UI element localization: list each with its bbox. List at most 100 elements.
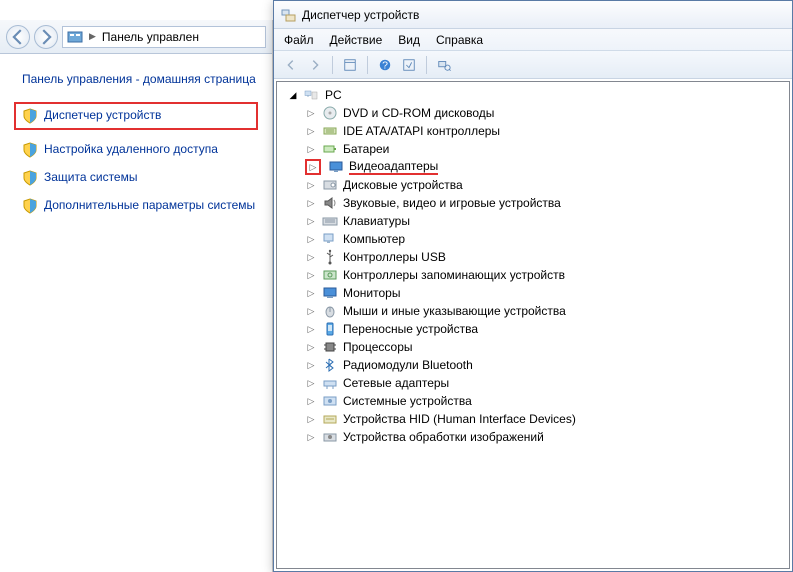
sidebar-item-advanced-system[interactable]: Дополнительные параметры системы xyxy=(22,198,264,214)
toolbar-back-button[interactable] xyxy=(280,54,302,76)
expand-icon[interactable]: ▷ xyxy=(307,161,319,173)
tree-node-label: Радиомодули Bluetooth xyxy=(343,358,473,372)
tree-node[interactable]: ▷Переносные устройства xyxy=(305,320,789,338)
tree-node-label: Процессоры xyxy=(343,340,413,354)
device-tree[interactable]: ◢ PC ▷DVD и CD-ROM дисководы▷IDE ATA/ATA… xyxy=(276,81,790,569)
tree-node[interactable]: ▷IDE ATA/ATAPI контроллеры xyxy=(305,122,789,140)
monitor-icon xyxy=(322,285,338,301)
toolbar-help-button[interactable]: ? xyxy=(374,54,396,76)
tree-node-label: Контроллеры USB xyxy=(343,250,446,264)
shield-icon xyxy=(22,170,38,186)
tree-node-label: Дисковые устройства xyxy=(343,178,463,192)
tree-node[interactable]: ▷ Батареи xyxy=(305,140,789,158)
window-title: Диспетчер устройств xyxy=(302,8,419,22)
disk-icon xyxy=(322,177,338,193)
imaging-icon xyxy=(322,429,338,445)
tree-node-label: Компьютер xyxy=(343,232,405,246)
tree-node[interactable]: ▷Сетевые адаптеры xyxy=(305,374,789,392)
network-icon xyxy=(322,375,338,391)
dm-menu-bar: Файл Действие Вид Справка xyxy=(274,29,792,51)
cp-sidebar: Панель управления - домашняя страница Ди… xyxy=(0,54,272,214)
expand-icon[interactable]: ▷ xyxy=(305,125,317,137)
toolbar-scan-button[interactable] xyxy=(433,54,455,76)
device-manager-icon xyxy=(280,7,296,23)
tree-node[interactable]: ▷ Процессоры xyxy=(305,338,789,356)
svg-text:?: ? xyxy=(382,59,388,71)
expand-icon[interactable]: ▷ xyxy=(305,341,317,353)
tree-node-label: Батареи xyxy=(343,142,389,156)
tree-node-label: Устройства обработки изображений xyxy=(343,430,544,444)
expand-icon[interactable]: ▷ xyxy=(305,233,317,245)
keyboard-icon xyxy=(322,213,338,229)
tree-node[interactable]: ▷Устройства HID (Human Interface Devices… xyxy=(305,410,789,428)
expand-icon[interactable]: ▷ xyxy=(305,143,317,155)
expand-icon[interactable]: ▷ xyxy=(305,215,317,227)
expand-icon[interactable]: ▷ xyxy=(305,107,317,119)
tree-node[interactable]: ▷ Контроллеры запоминающих устройств xyxy=(305,266,789,284)
expand-icon[interactable]: ▷ xyxy=(305,323,317,335)
expand-icon[interactable]: ▷ xyxy=(305,359,317,371)
portable-icon xyxy=(322,321,338,337)
shield-icon xyxy=(22,108,38,124)
usb-icon xyxy=(322,249,338,265)
menu-action[interactable]: Действие xyxy=(330,33,383,47)
cpu-icon xyxy=(322,339,338,355)
menu-file[interactable]: Файл xyxy=(284,33,314,47)
expand-icon[interactable]: ▷ xyxy=(305,413,317,425)
tree-node[interactable]: ▷ Радиомодули Bluetooth xyxy=(305,356,789,374)
expand-icon[interactable]: ▷ xyxy=(305,431,317,443)
tree-node-label: Системные устройства xyxy=(343,394,472,408)
tree-node-label: Мыши и иные указывающие устройства xyxy=(343,304,566,318)
mouse-icon xyxy=(322,303,338,319)
tree-node[interactable]: ▷Клавиатуры xyxy=(305,212,789,230)
dm-toolbar: ? xyxy=(274,51,792,79)
bluetooth-icon xyxy=(322,357,338,373)
toolbar-forward-button[interactable] xyxy=(304,54,326,76)
expand-icon[interactable]: ▷ xyxy=(305,305,317,317)
storage-icon xyxy=(322,267,338,283)
expand-icon[interactable]: ▷ xyxy=(305,287,317,299)
back-button[interactable] xyxy=(6,25,30,49)
sidebar-item-label: Диспетчер устройств xyxy=(44,108,161,124)
breadcrumb-arrow-icon: ▶ xyxy=(89,31,96,42)
collapse-icon[interactable]: ◢ xyxy=(287,89,299,101)
expand-icon[interactable]: ▷ xyxy=(305,251,317,263)
computer-icon xyxy=(304,87,320,103)
tree-node[interactable]: ▷DVD и CD-ROM дисководы xyxy=(305,104,789,122)
expand-icon[interactable]: ▷ xyxy=(305,197,317,209)
tree-root-node[interactable]: ◢ PC xyxy=(287,86,789,104)
expand-icon[interactable]: ▷ xyxy=(305,377,317,389)
shield-icon xyxy=(22,142,38,158)
sidebar-item-remote-access[interactable]: Настройка удаленного доступа xyxy=(22,142,264,158)
sidebar-item-system-protection[interactable]: Защита системы xyxy=(22,170,264,186)
hid-icon xyxy=(322,411,338,427)
dm-title-bar[interactable]: Диспетчер устройств xyxy=(274,1,792,29)
tree-node[interactable]: ▷ Системные устройства xyxy=(305,392,789,410)
tree-node[interactable]: ▷ Устройства обработки изображений xyxy=(305,428,789,446)
expand-icon[interactable]: ▷ xyxy=(305,269,317,281)
tree-node[interactable]: ▷ Дисковые устройства xyxy=(305,176,789,194)
tree-node[interactable]: ▷ Компьютер xyxy=(305,230,789,248)
sidebar-item-device-manager[interactable]: Диспетчер устройств xyxy=(14,102,258,130)
expand-icon[interactable]: ▷ xyxy=(305,395,317,407)
expand-icon[interactable]: ▷ xyxy=(305,179,317,191)
tree-node[interactable]: ▷ Контроллеры USB xyxy=(305,248,789,266)
breadcrumb[interactable]: ▶ Панель управлен xyxy=(62,26,266,48)
device-manager-window: Диспетчер устройств Файл Действие Вид Сп… xyxy=(273,0,793,572)
forward-button[interactable] xyxy=(34,25,58,49)
cp-heading[interactable]: Панель управления - домашняя страница xyxy=(22,72,264,88)
control-panel-icon xyxy=(67,29,83,45)
optical-icon xyxy=(322,105,338,121)
tree-node[interactable]: ▷Звуковые, видео и игровые устройства xyxy=(305,194,789,212)
tree-node[interactable]: ▷Мониторы xyxy=(305,284,789,302)
tree-node-label: Контроллеры запоминающих устройств xyxy=(343,268,565,282)
menu-view[interactable]: Вид xyxy=(398,33,420,47)
toolbar-properties-button[interactable] xyxy=(339,54,361,76)
tree-node[interactable]: ▷Видеоадаптеры xyxy=(305,158,789,176)
toolbar-show-hidden-button[interactable] xyxy=(398,54,420,76)
toolbar-separator xyxy=(332,56,333,74)
tree-node[interactable]: ▷ Мыши и иные указывающие устройства xyxy=(305,302,789,320)
tree-root-label: PC xyxy=(325,88,342,102)
sound-icon xyxy=(322,195,338,211)
menu-help[interactable]: Справка xyxy=(436,33,483,47)
